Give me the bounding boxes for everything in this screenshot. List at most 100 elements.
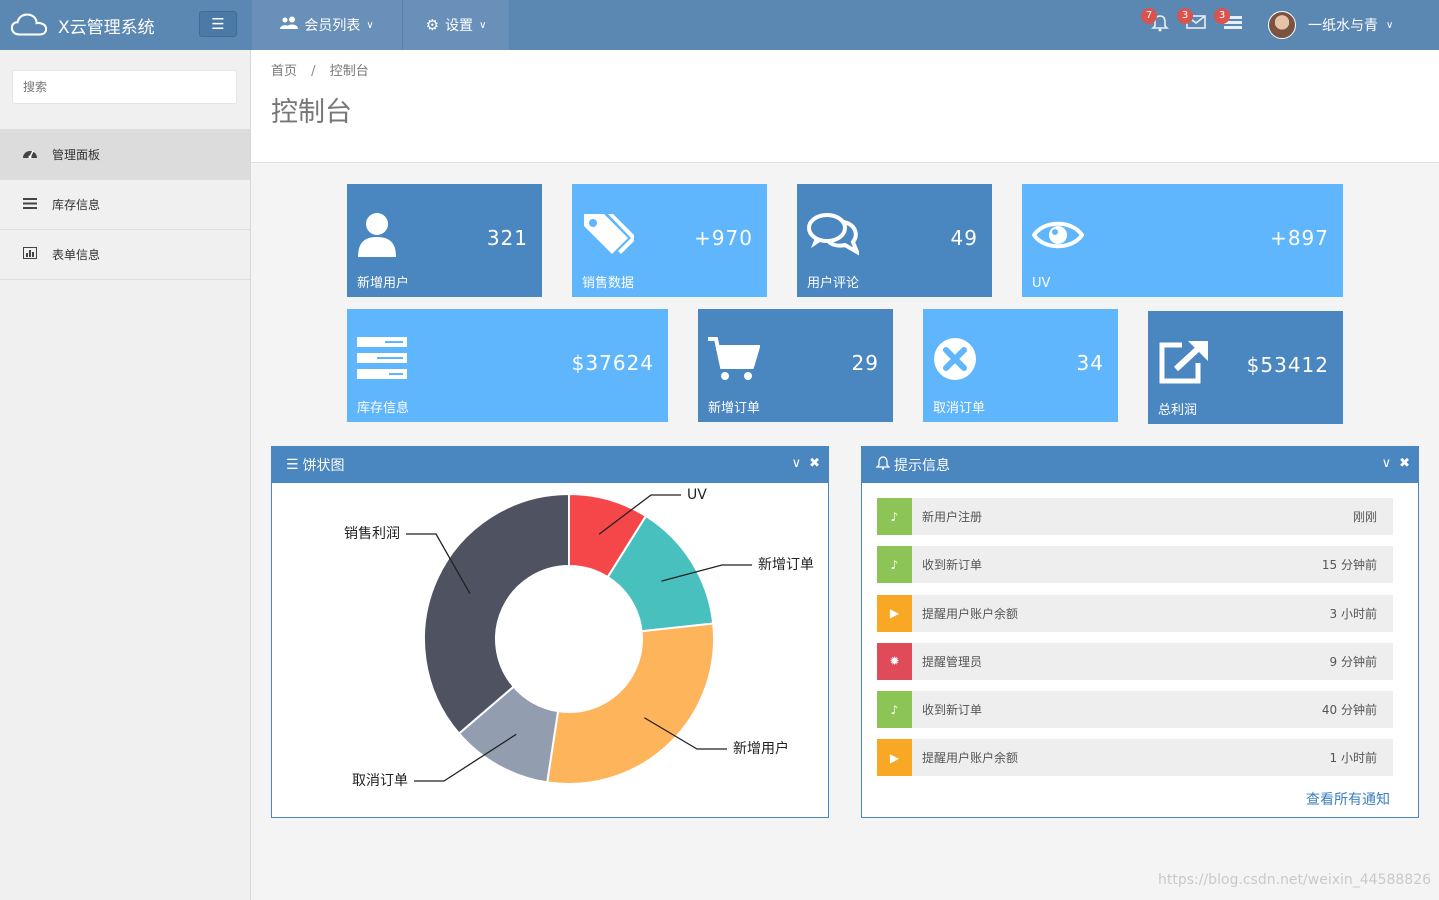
chevron-down-icon: ∨ xyxy=(479,19,487,31)
watermark: https://blog.csdn.net/weixin_44588826 xyxy=(1158,872,1432,888)
tasks-icon xyxy=(357,337,407,379)
pie-label: UV xyxy=(687,487,707,503)
collapse-icon[interactable]: ∨ xyxy=(1382,456,1392,471)
tile-label: UV xyxy=(1032,276,1051,291)
pie-label: 新增订单 xyxy=(758,557,814,573)
sidebar-item-label: 管理面板 xyxy=(52,148,101,162)
pie-label: 取消订单 xyxy=(352,773,408,789)
notice-text: 提醒管理员 xyxy=(922,654,983,669)
tile-value: $53412 xyxy=(1246,353,1329,377)
list-item[interactable]: ▶ 提醒用户账户余额 1 小时前 xyxy=(877,739,1393,777)
cart-icon xyxy=(708,337,760,380)
tile-label: 取消订单 xyxy=(933,401,986,416)
brand-title: X云管理系统 xyxy=(58,17,155,38)
avatar xyxy=(1268,11,1296,39)
notice-time: 15 分钟前 xyxy=(1321,558,1377,573)
close-icon[interactable]: ✖ xyxy=(1399,456,1410,471)
bell-icon: ♪ xyxy=(877,498,912,535)
tile-label: 销售数据 xyxy=(582,276,635,291)
pie-slice[interactable] xyxy=(546,622,715,785)
notice-time: 1 小时前 xyxy=(1329,751,1377,766)
list-icon xyxy=(22,197,38,212)
panel-title: 饼状图 xyxy=(302,458,345,474)
sidebar-item-dashboard[interactable]: 管理面板 xyxy=(0,130,250,180)
bars-icon: ☰ xyxy=(286,457,299,473)
sidebar-item-label: 库存信息 xyxy=(52,198,101,212)
list-item[interactable]: ♪ 收到新订单 40 分钟前 xyxy=(877,691,1393,729)
tile-value: +897 xyxy=(1270,226,1329,250)
menu-toggle-button[interactable]: ☰ xyxy=(199,11,237,37)
tile-value: 34 xyxy=(1076,351,1104,375)
list-item[interactable]: ▶ 提醒用户账户余额 3 小时前 xyxy=(877,594,1393,632)
pie-label: 新增用户 xyxy=(733,740,789,757)
tasks-button[interactable]: 3 xyxy=(1214,8,1244,36)
bell-icon: ♪ xyxy=(877,691,912,729)
chevron-down-icon: ∨ xyxy=(1386,19,1394,31)
pie-slice[interactable] xyxy=(423,492,570,735)
list-item[interactable]: ♪ 收到新订单 15 分钟前 xyxy=(877,546,1393,584)
breadcrumb: 首页 / 控制台 xyxy=(271,60,369,79)
tile-cancelled-orders[interactable]: 34 取消订单 xyxy=(923,309,1118,422)
panel-header: 提示信息 ∨ ✖ xyxy=(862,447,1418,483)
notifications-button[interactable]: 7 xyxy=(1141,8,1171,36)
nav-settings-dropdown[interactable]: ⚙ 设置 ∨ xyxy=(402,0,509,50)
eye-icon xyxy=(1032,221,1084,249)
search-input[interactable] xyxy=(12,70,237,104)
list-item[interactable]: ✹ 提醒管理员 9 分钟前 xyxy=(877,642,1393,680)
notice-text: 收到新订单 xyxy=(922,703,983,718)
notice-time: 刚刚 xyxy=(1352,510,1377,524)
bar-chart-icon xyxy=(22,247,38,262)
cancel-icon xyxy=(934,338,976,380)
bell-icon: ♪ xyxy=(877,546,912,584)
messages-badge: 3 xyxy=(1177,8,1193,24)
tile-value: 321 xyxy=(486,226,528,250)
list-item[interactable]: ♪ 新用户注册 刚刚 xyxy=(877,498,1393,535)
brand[interactable]: X云管理系统 xyxy=(10,0,200,50)
tile-value: $37624 xyxy=(571,351,654,375)
view-all-notifications-link[interactable]: 查看所有通知 xyxy=(1306,789,1390,809)
user-icon xyxy=(358,213,396,257)
gear-icon: ⚙ xyxy=(425,16,440,34)
tile-new-orders[interactable]: 29 新增订单 xyxy=(698,309,893,422)
tile-label: 新增用户 xyxy=(357,276,410,291)
sidebar-item-label: 表单信息 xyxy=(52,248,101,262)
tile-label: 新增订单 xyxy=(708,401,761,416)
tile-sales[interactable]: +970 销售数据 xyxy=(572,184,767,297)
pie-label: 销售利润 xyxy=(344,526,400,542)
notice-time: 3 小时前 xyxy=(1329,606,1377,621)
dashboard-icon xyxy=(22,147,38,162)
tile-label: 用户评论 xyxy=(807,276,860,291)
tile-uv[interactable]: +897 UV xyxy=(1022,184,1343,297)
breadcrumb-home[interactable]: 首页 xyxy=(271,64,297,79)
users-icon xyxy=(280,16,299,34)
nav-members-label: 会员列表 xyxy=(304,18,361,34)
tile-inventory[interactable]: $37624 库存信息 xyxy=(347,309,668,422)
close-icon[interactable]: ✖ xyxy=(809,456,820,471)
pie-chart-panel: ☰ 饼状图 ∨ ✖ UV 新增订单新增用户取消订单 销售利润 xyxy=(271,446,829,818)
sidebar-item-inventory[interactable]: 库存信息 xyxy=(0,180,250,230)
panel-header: ☰ 饼状图 ∨ ✖ xyxy=(272,447,828,483)
external-link-icon xyxy=(1159,341,1208,384)
notifications-badge: 7 xyxy=(1141,8,1157,24)
collapse-icon[interactable]: ∨ xyxy=(792,456,802,471)
page-title: 控制台 xyxy=(271,97,352,128)
tasks-badge: 3 xyxy=(1214,8,1230,24)
notice-text: 收到新订单 xyxy=(922,558,983,573)
nav-members-dropdown[interactable]: 会员列表 ∨ xyxy=(252,0,402,50)
tile-total-profit[interactable]: $53412 总利润 xyxy=(1148,311,1343,424)
panel-tools: ∨ ✖ xyxy=(1382,456,1410,471)
user-menu[interactable]: 一纸水与青 ∨ xyxy=(1268,0,1393,50)
cloud-icon xyxy=(10,13,48,36)
notice-panel: 提示信息 ∨ ✖ ♪ 新用户注册 刚刚 ♪ 收到新订单 15 分钟前 ▶ 提醒用… xyxy=(861,446,1419,818)
tile-comments[interactable]: 49 用户评论 xyxy=(797,184,992,297)
sidebar-menu: 管理面板 库存信息 表单信息 xyxy=(0,129,250,280)
messages-button[interactable]: 3 xyxy=(1177,8,1207,36)
tile-new-users[interactable]: 321 新增用户 xyxy=(347,184,542,297)
breadcrumb-separator: / xyxy=(311,64,316,79)
tile-label: 库存信息 xyxy=(357,401,410,416)
sidebar-item-forms[interactable]: 表单信息 xyxy=(0,230,250,280)
tile-value: +970 xyxy=(694,226,753,250)
top-navbar: X云管理系统 ☰ 会员列表 ∨ ⚙ 设置 ∨ 7 3 3 一纸水与青 ∨ xyxy=(0,0,1439,50)
tags-icon xyxy=(584,214,634,254)
bullhorn-icon: ▶ xyxy=(877,739,912,777)
